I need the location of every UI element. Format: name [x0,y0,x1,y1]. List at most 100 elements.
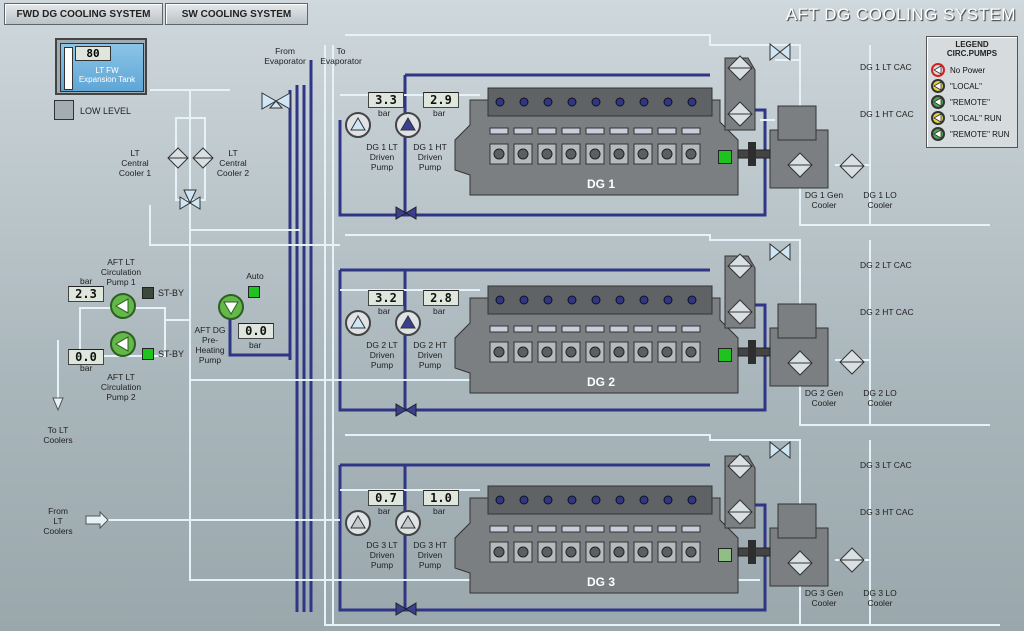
cylinder-valve-icon [687,295,697,305]
dg2-ht-unit: bar [433,306,446,316]
dg1-gen-cooler-label: DG 1 Gen Cooler [804,190,844,210]
crankcase-cover-icon [565,546,577,558]
preheat-pump[interactable] [218,294,244,320]
cylinder-port [633,325,653,333]
sw-cooling-button[interactable]: SW COOLING SYSTEM [165,3,308,25]
circ-pump-1-label: AFT LT Circulation Pump 1 [100,257,142,287]
legend-item: "LOCAL" [931,79,982,93]
preheat-auto-label: Auto [246,271,264,281]
circ-pump-1-unit: bar [80,276,93,286]
lt-fw-expansion-tank[interactable]: 80 LT FW Expansion Tank [55,38,147,95]
dg1-lt-unit: bar [378,108,391,118]
crankcase-cover-icon [493,346,505,358]
pump-up-arrow-icon [400,117,416,131]
cylinder-valve-icon [567,495,577,505]
crankcase-cover-icon [637,546,649,558]
cylinder-valve-icon [663,295,673,305]
crankcase-cover-icon [541,546,553,558]
cylinder-port [657,325,677,333]
dg2-lt-pressure: 3.2 [368,290,404,306]
cylinder-port [513,127,533,135]
circ-pump-1[interactable] [110,293,136,319]
cylinder-valve-icon [495,495,505,505]
dg3-ht-pressure: 1.0 [423,490,459,506]
dg3-lt-driven-pump[interactable] [345,510,371,536]
legend-pump-icon [931,111,945,125]
cylinder-port [681,525,701,533]
fwd-dg-cooling-button[interactable]: FWD DG COOLING SYSTEM [4,3,163,25]
crankcase-cover-icon [661,148,673,160]
coupling [748,340,756,364]
crankcase-cover-icon [589,546,601,558]
pump-up-arrow-icon [350,315,366,329]
preheat-pump-label: AFT DG Pre- Heating Pump [194,325,226,365]
preheat-auto-indicator[interactable] [248,286,260,298]
cylinder-valve-icon [567,97,577,107]
lt-central-cooler-1-label: LT Central Cooler 1 [118,148,152,178]
crankcase-cover-icon [637,346,649,358]
pump-up-arrow-icon [400,515,416,529]
legend-pump-icon [931,95,945,109]
pump-left-arrow-icon [115,336,129,352]
legend-pump-icon [931,79,945,93]
dg2-lt-driven-pump[interactable] [345,310,371,336]
dg2-ht-driven-pump[interactable] [395,310,421,336]
cylinder-valve-icon [567,295,577,305]
low-level-label: LOW LEVEL [80,106,132,116]
legend-title: LEGEND CIRC.PUMPS [946,40,998,58]
dg2-gen-cooler-label: DG 2 Gen Cooler [804,388,844,408]
cylinder-port [513,525,533,533]
legend-item: "LOCAL" RUN [931,111,1001,125]
dg3-ht-driven-pump[interactable] [395,510,421,536]
dg3-ht-unit: bar [433,506,446,516]
cylinder-port [561,525,581,533]
cylinder-valve-icon [591,495,601,505]
dg2-lo-cooler-label: DG 2 LO Cooler [863,388,897,408]
legend-pump-icon [931,127,945,141]
tank-level-gauge [64,47,73,90]
cylinder-port [609,325,629,333]
dg1-ht-pressure: 2.9 [423,92,459,108]
coupling [748,142,756,166]
crankcase-cover-icon [541,148,553,160]
legend-item-label: "LOCAL" [950,81,982,91]
low-level-indicator [54,100,74,120]
pump-up-arrow-icon [350,515,366,529]
cylinder-port [585,325,605,333]
circ-pump-2[interactable] [110,331,136,357]
coupling [748,540,756,564]
dg2-ht-cac-label: DG 2 HT CAC [860,307,914,317]
circ-pump-1-standby-indicator [142,287,154,299]
crankcase-cover-icon [565,148,577,160]
cylinder-port [681,325,701,333]
crankcase-cover-icon [493,148,505,160]
cylinder-valve-icon [543,295,553,305]
to-lt-coolers-label: To LT Coolers [43,425,73,445]
circ-pump-1-mode: ST-BY [158,288,185,298]
cylinder-valve-icon [615,495,625,505]
crankcase-cover-icon [493,546,505,558]
cylinder-port [633,127,653,135]
crankcase-cover-icon [589,346,601,358]
cylinder-valve-icon [663,97,673,107]
pump-down-arrow-icon [223,301,239,315]
dg1-lo-cooler-label: DG 1 LO Cooler [863,190,897,210]
dg1-ht-pump-label: DG 1 HT Driven Pump [413,142,447,172]
cylinder-valve-icon [687,495,697,505]
dg1-lt-cac-label: DG 1 LT CAC [860,62,912,72]
crankcase-cover-icon [589,148,601,160]
legend-panel: LEGEND CIRC.PUMPS No Power "LOCAL" "REMO… [926,36,1018,148]
cylinder-valve-icon [639,97,649,107]
pump-up-arrow-icon [400,315,416,329]
crankcase-cover-icon [613,346,625,358]
to-evaporator-label: To Evaporator [320,46,362,66]
dg1-ht-driven-pump[interactable] [395,112,421,138]
from-evaporator-label: From Evaporator [264,46,306,66]
dg3-lt-pressure: 0.7 [368,490,404,506]
crankcase-cover-icon [685,546,697,558]
cylinder-port [585,525,605,533]
cylinder-valve-icon [639,495,649,505]
dg1-lt-driven-pump[interactable] [345,112,371,138]
crankcase-cover-icon [541,346,553,358]
dg3-lt-cac-label: DG 3 LT CAC [860,460,912,470]
